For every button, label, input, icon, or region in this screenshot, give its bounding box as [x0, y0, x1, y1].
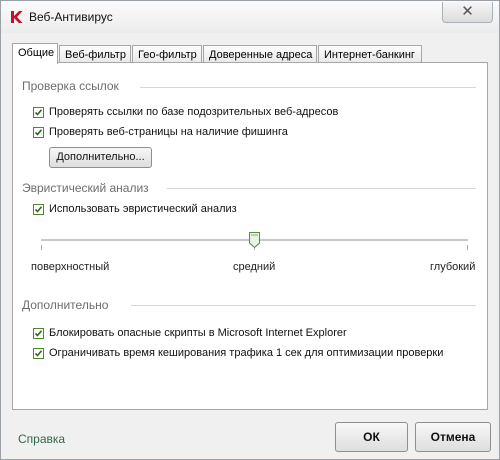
checkbox-limit-cache-time[interactable]	[33, 348, 44, 359]
tab-internet-banking[interactable]: Интернет-банкинг	[318, 45, 422, 63]
check-icon	[34, 129, 43, 136]
check-icon	[34, 330, 43, 337]
tab-web-filter[interactable]: Веб-фильтр	[59, 45, 131, 63]
tab-general[interactable]: Общие	[12, 43, 58, 64]
check-icon	[34, 109, 43, 116]
group-title-additional: Дополнительно	[22, 298, 109, 312]
group-title-heuristic: Эвристический анализ	[22, 181, 149, 195]
checkbox-block-scripts[interactable]	[33, 328, 44, 339]
checkbox-check-suspicious-urls[interactable]	[33, 107, 44, 118]
check-icon	[34, 350, 43, 357]
close-button[interactable]: ✕	[442, 2, 493, 23]
checkbox-label[interactable]: Ограничивать время кеширования трафика 1…	[49, 347, 443, 359]
slider-label-shallow: поверхностный	[31, 261, 110, 273]
help-link[interactable]: Справка	[18, 432, 65, 446]
slider-thumb[interactable]	[249, 232, 260, 248]
checkbox-label[interactable]: Блокировать опасные скрипты в Microsoft …	[49, 327, 347, 339]
slider-tick	[41, 245, 42, 250]
kaspersky-k-icon	[11, 11, 23, 23]
check-icon	[34, 206, 43, 213]
tab-trusted-addresses[interactable]: Доверенные адреса	[203, 45, 317, 63]
more-settings-button[interactable]: Дополнительно...	[49, 147, 152, 168]
group-divider	[131, 305, 476, 306]
checkbox-check-phishing[interactable]	[33, 127, 44, 138]
cancel-button[interactable]: Отмена	[415, 422, 491, 452]
window-title: Веб-Антивирус	[29, 10, 113, 24]
checkbox-label[interactable]: Использовать эвристический анализ	[49, 203, 237, 215]
tab-geo-filter[interactable]: Гео-фильтр	[132, 45, 202, 63]
title-bar[interactable]: Веб-Антивирус ✕	[1, 1, 499, 33]
slider-tick	[467, 245, 468, 250]
checkbox-label[interactable]: Проверять ссылки по базе подозрительных …	[49, 106, 338, 118]
close-icon: ✕	[461, 3, 474, 20]
checkbox-use-heuristic[interactable]	[33, 204, 44, 215]
group-divider	[140, 87, 476, 88]
slider-label-medium: средний	[233, 261, 276, 273]
dialog-window: Веб-Антивирус ✕ Общие Веб-фильтр Гео-фил…	[0, 0, 500, 460]
group-divider	[167, 188, 476, 189]
checkbox-label[interactable]: Проверять веб-страницы на наличие фишинг…	[49, 126, 288, 138]
ok-button[interactable]: ОК	[335, 422, 408, 452]
group-title-link-check: Проверка ссылок	[22, 79, 119, 93]
slider-label-deep: глубокий	[430, 261, 476, 273]
